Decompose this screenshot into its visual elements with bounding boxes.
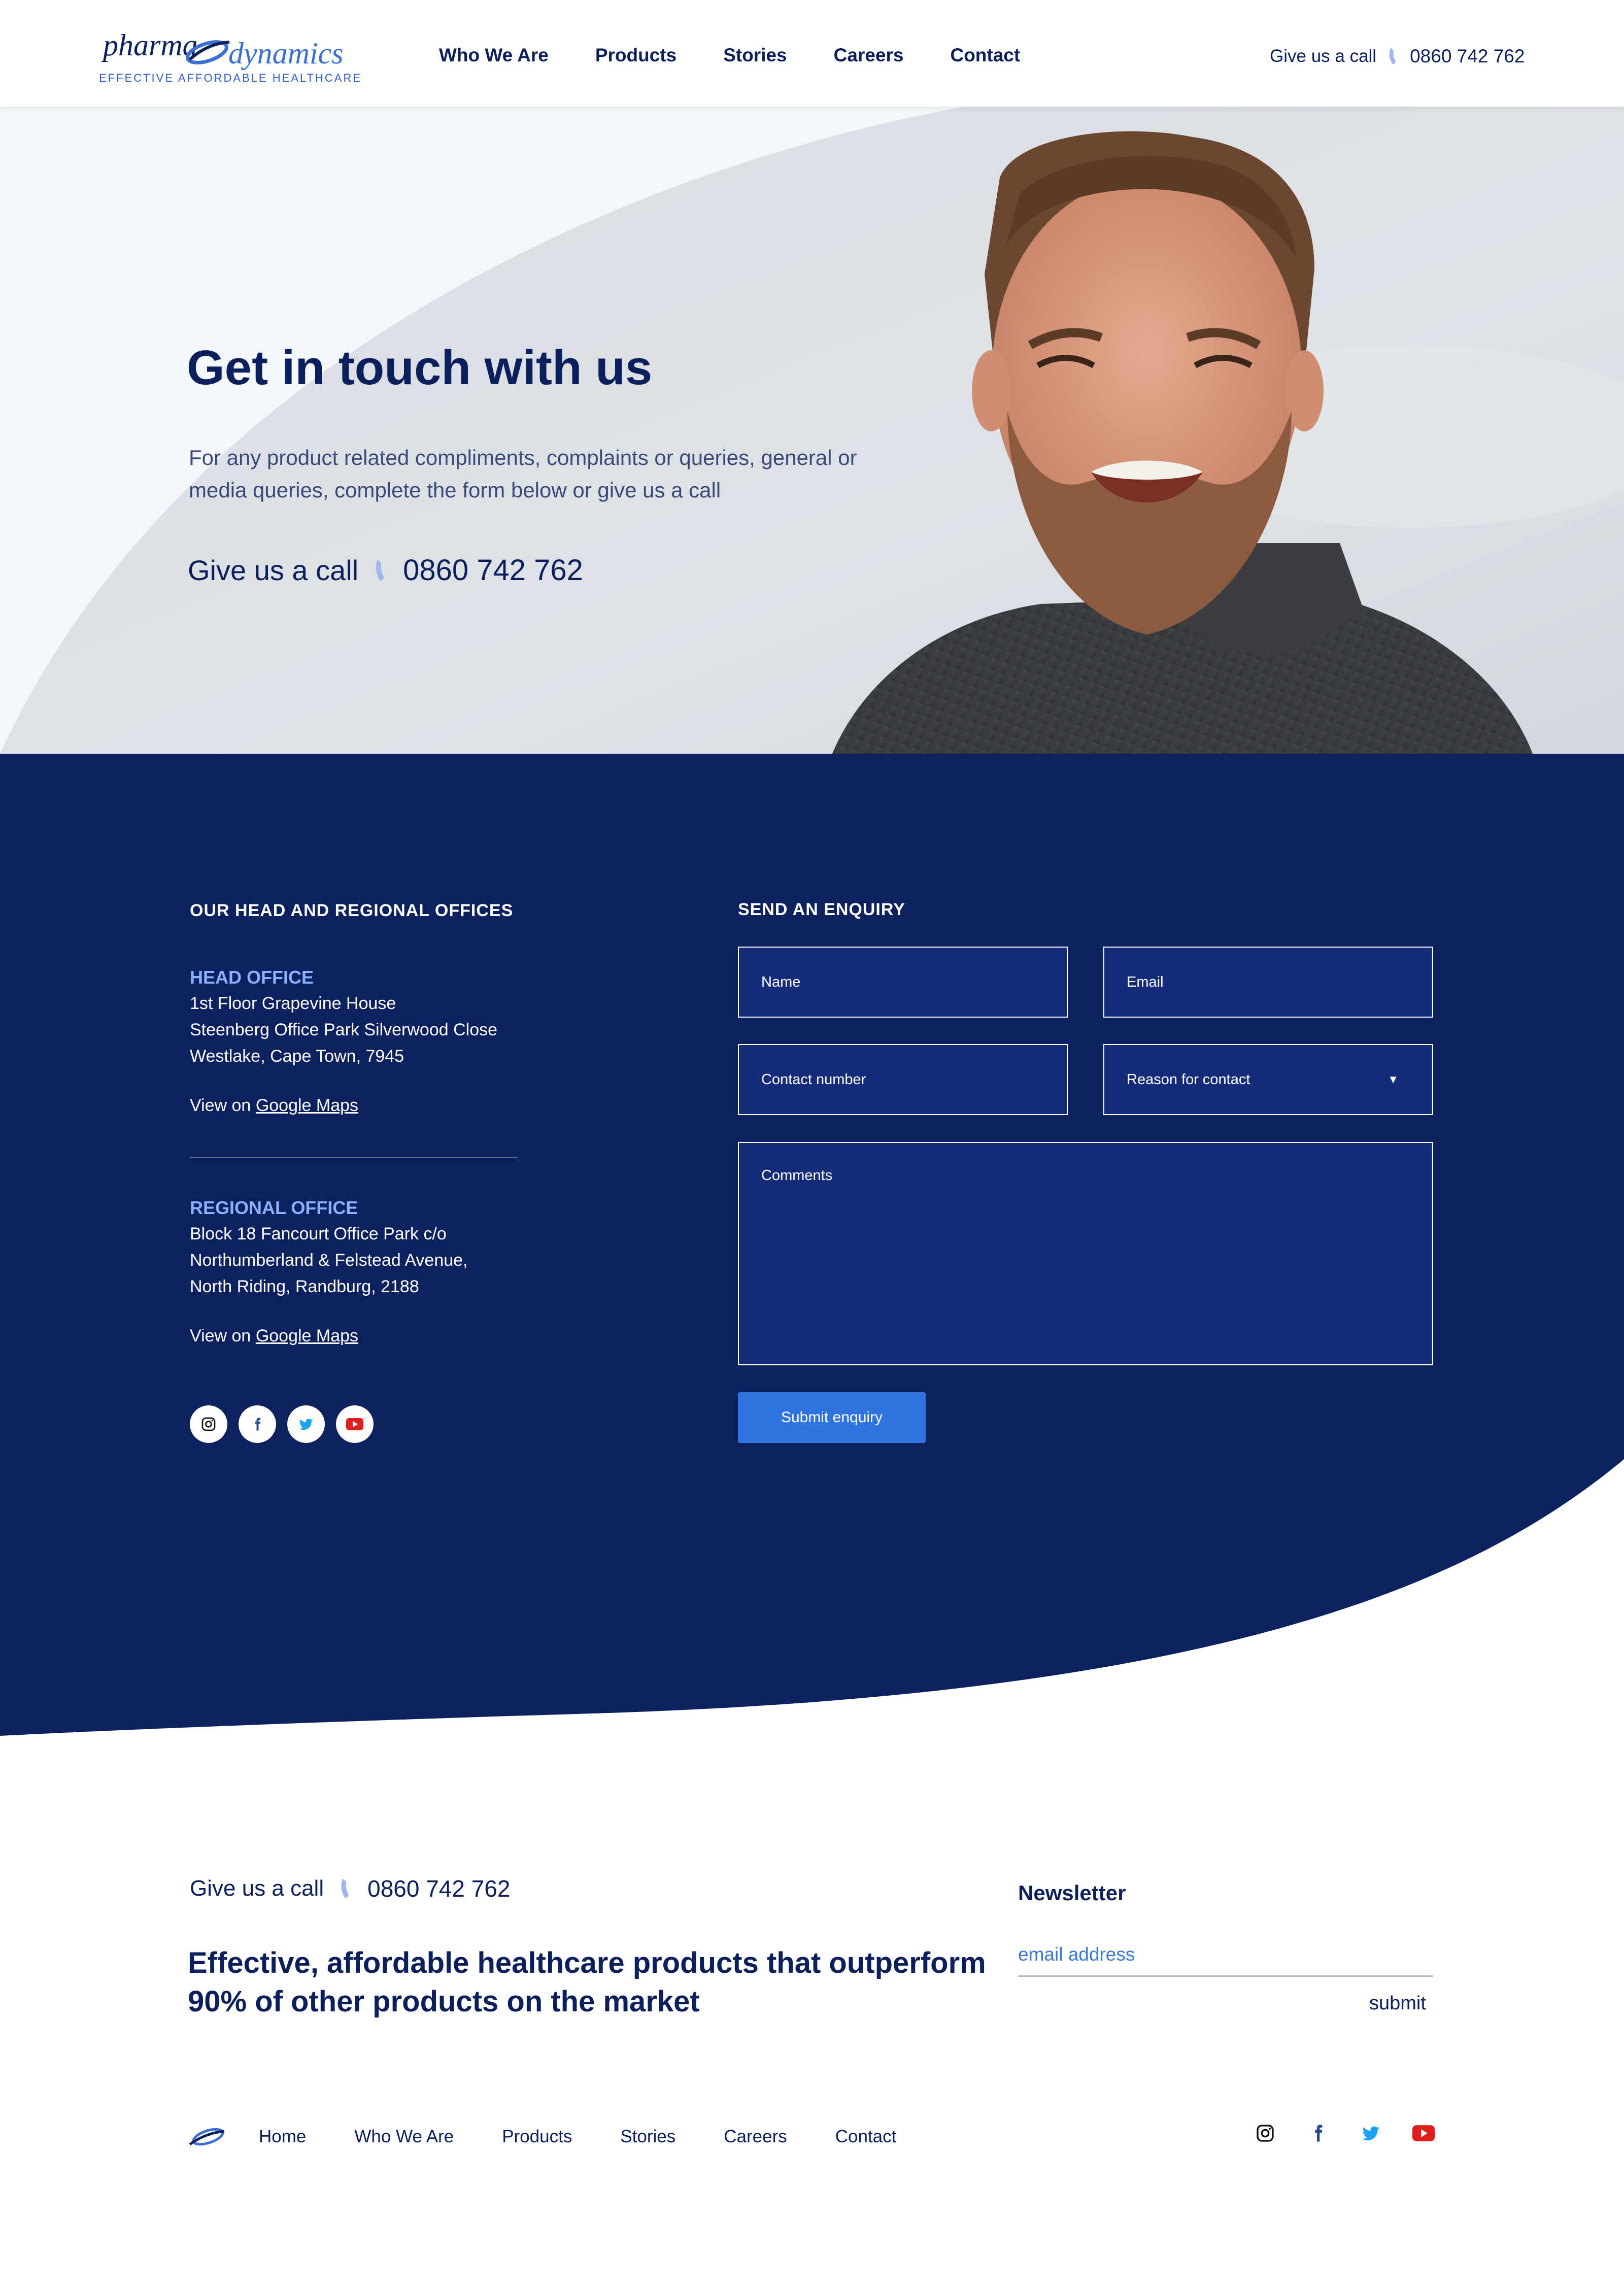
newsletter-submit-button[interactable]: submit (1369, 1993, 1426, 2014)
footer-nav-products[interactable]: Products (502, 2127, 572, 2147)
logo-swoosh-icon[interactable] (188, 2124, 226, 2149)
regional-office-google-maps-link[interactable]: Google Maps (256, 1326, 358, 1346)
regional-office-map: View on Google Maps (190, 1326, 545, 1346)
brand-logo[interactable]: pharma dynamics EFFECTIVE AFFORDABLE HEA… (99, 28, 360, 86)
footer-call-number: 0860 742 762 (367, 1875, 511, 1902)
regional-office-address-line: North Riding, Randburg, 2188 (190, 1277, 419, 1296)
office-divider (190, 1157, 518, 1158)
twitter-icon[interactable] (287, 1405, 325, 1443)
site-header: pharma dynamics EFFECTIVE AFFORDABLE HEA… (0, 0, 1624, 107)
head-office-address-line: Steenberg Office Park Silverwood Close (190, 1020, 498, 1039)
phone-icon (341, 1879, 349, 1898)
twitter-icon[interactable] (1359, 2122, 1382, 2145)
head-office: HEAD OFFICE 1st Floor Grapevine House St… (190, 967, 545, 1116)
hero-call-label: Give us a call (188, 554, 359, 586)
nav-careers[interactable]: Careers (834, 45, 904, 66)
head-office-address-line: 1st Floor Grapevine House (190, 994, 396, 1013)
email-field[interactable]: Email (1103, 947, 1433, 1018)
reason-for-contact-select[interactable]: Reason for contact ▼ (1103, 1044, 1433, 1115)
header-call-number: 0860 742 762 (1410, 46, 1525, 66)
hero-description: For any product related compliments, com… (189, 446, 857, 502)
map-prefix: View on (190, 1096, 251, 1115)
map-prefix: View on (190, 1326, 251, 1346)
caret-down-icon: ▼ (1388, 1073, 1399, 1086)
head-office-address-line: Westlake, Cape Town, 7945 (190, 1047, 404, 1066)
comments-placeholder: Comments (761, 1167, 833, 1184)
contact-number-field[interactable]: Contact number (738, 1044, 1068, 1115)
hero-call[interactable]: Give us a call 0860 742 762 (188, 553, 583, 587)
hero-section: Get in touch with us For any product rel… (0, 107, 1624, 754)
footer-nav-stories[interactable]: Stories (620, 2127, 675, 2147)
nav-products[interactable]: Products (595, 45, 676, 66)
regional-office-address-line: Block 18 Fancourt Office Park c/o (190, 1224, 447, 1243)
main-nav: Who We Are Products Stories Careers Cont… (439, 45, 1020, 66)
nav-who-we-are[interactable]: Who We Are (439, 45, 549, 66)
hero-title: Get in touch with us (187, 341, 653, 395)
regional-office-address-line: Northumberland & Felstead Avenue, (190, 1251, 468, 1270)
office-social-links (190, 1405, 374, 1443)
regional-office: REGIONAL OFFICE Block 18 Fancourt Office… (190, 1197, 545, 1346)
header-call[interactable]: Give us a call 0860 742 762 (1270, 46, 1525, 67)
offices-heading: OUR HEAD AND REGIONAL OFFICES (190, 901, 514, 920)
footer-nav-who-we-are[interactable]: Who We Are (354, 2127, 454, 2147)
newsletter-title: Newsletter (1018, 1881, 1126, 1905)
hero-photo (0, 107, 1624, 754)
regional-office-title: REGIONAL OFFICE (190, 1197, 358, 1218)
contact-number-placeholder: Contact number (761, 1071, 866, 1088)
newsletter-email-input[interactable] (1018, 1934, 1433, 1977)
contact-section: OUR HEAD AND REGIONAL OFFICES HEAD OFFIC… (0, 754, 1624, 1792)
reason-select-placeholder: Reason for contact (1127, 1071, 1250, 1088)
logo-swoosh-icon (186, 40, 230, 64)
submit-enquiry-button[interactable]: Submit enquiry (738, 1392, 926, 1443)
comments-textarea[interactable]: Comments (738, 1142, 1433, 1365)
phone-icon (376, 560, 384, 581)
name-field-placeholder: Name (761, 973, 801, 990)
instagram-icon[interactable] (1254, 2122, 1277, 2145)
footer-nav-careers[interactable]: Careers (724, 2127, 787, 2147)
hero-call-number: 0860 742 762 (403, 554, 583, 587)
nav-stories[interactable]: Stories (723, 45, 787, 66)
footer-nav-home[interactable]: Home (259, 2127, 306, 2147)
youtube-icon[interactable] (336, 1405, 374, 1443)
head-office-title: HEAD OFFICE (190, 967, 314, 988)
footer-tagline: Effective, affordable healthcare product… (188, 1946, 986, 2018)
facebook-icon[interactable] (1306, 2122, 1330, 2145)
footer-social-links (1254, 2122, 1435, 2145)
instagram-icon[interactable] (190, 1405, 227, 1443)
footer-nav: Home Who We Are Products Stories Careers… (188, 2124, 944, 2149)
head-office-map: View on Google Maps (190, 1096, 545, 1116)
header-call-label: Give us a call (1270, 46, 1377, 66)
footer-call-label: Give us a call (190, 1876, 324, 1901)
enquiry-heading: SEND AN ENQUIRY (738, 900, 905, 919)
youtube-icon[interactable] (1412, 2122, 1435, 2145)
phone-icon (1389, 48, 1396, 64)
head-office-google-maps-link[interactable]: Google Maps (256, 1096, 358, 1115)
email-field-placeholder: Email (1127, 973, 1164, 990)
name-field[interactable]: Name (738, 947, 1068, 1018)
logo-word-dynamics: dynamics (228, 37, 344, 70)
nav-contact[interactable]: Contact (950, 45, 1020, 66)
footer-call[interactable]: Give us a call 0860 742 762 (190, 1875, 511, 1902)
logo-tagline: EFFECTIVE AFFORDABLE HEALTHCARE (99, 72, 362, 84)
footer-nav-contact[interactable]: Contact (835, 2127, 897, 2147)
facebook-icon[interactable] (239, 1405, 276, 1443)
